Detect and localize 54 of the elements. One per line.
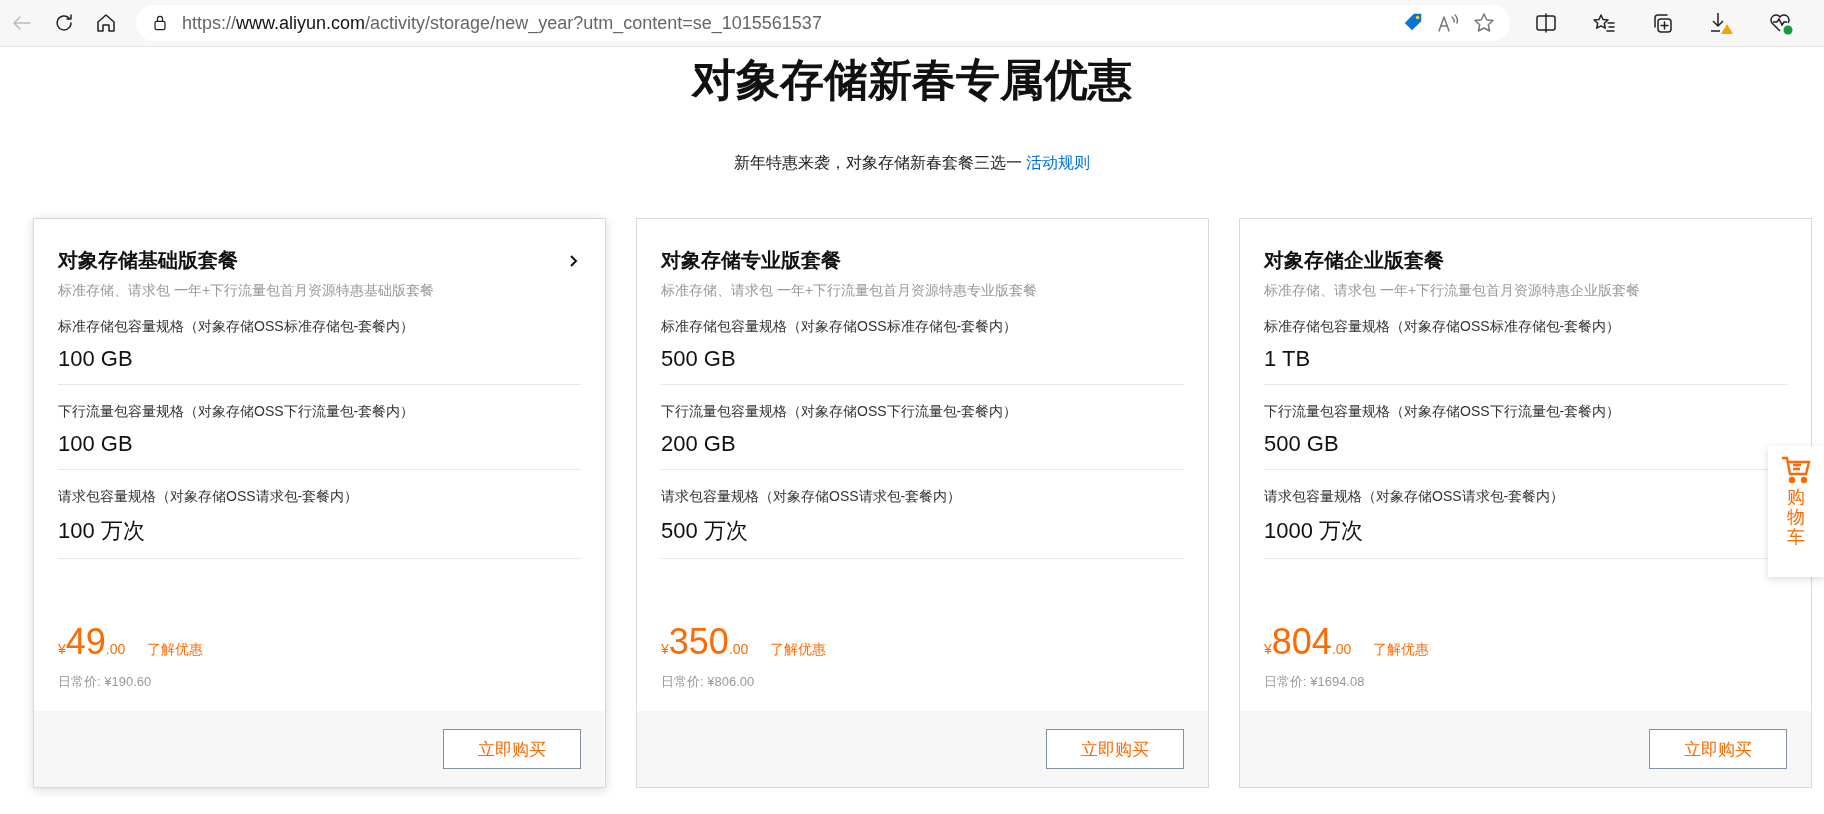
spec-value: 200 GB bbox=[661, 431, 737, 457]
cart-tab[interactable]: 购物车 bbox=[1768, 446, 1824, 577]
spec-value: 100 万次 bbox=[58, 517, 146, 545]
currency-sign: ¥ bbox=[1264, 641, 1272, 657]
home-icon[interactable] bbox=[94, 11, 118, 35]
plan-title: 对象存储企业版套餐 bbox=[1264, 248, 1444, 273]
spec-value: 500 GB bbox=[661, 346, 737, 372]
buy-now-button[interactable]: 立即购买 bbox=[1649, 729, 1787, 769]
download-warning-icon[interactable] bbox=[1708, 10, 1734, 36]
spec-label: 请求包容量规格（对象存储OSS请求包-套餐内） bbox=[58, 488, 360, 506]
regular-price: 日常价: ¥1694.08 bbox=[1264, 673, 1366, 691]
buy-now-button[interactable]: 立即购买 bbox=[443, 729, 581, 769]
currency-sign: ¥ bbox=[661, 641, 669, 657]
plan-description: 标准存储、请求包 一年+下行流量包首月资源特惠企业版套餐 bbox=[1264, 282, 1642, 300]
spec-value: 1000 万次 bbox=[1264, 517, 1365, 545]
price-amount: 804 bbox=[1271, 621, 1332, 663]
price-amount: 49 bbox=[65, 621, 106, 663]
price-cents: .00 bbox=[105, 641, 126, 657]
plan-description: 标准存储、请求包 一年+下行流量包首月资源特惠专业版套餐 bbox=[661, 282, 1039, 300]
price-cents: .00 bbox=[1331, 641, 1352, 657]
discount-link[interactable]: 了解优惠 bbox=[770, 641, 827, 659]
regular-price: 日常价: ¥190.60 bbox=[58, 673, 153, 691]
spec-label: 标准存储包容量规格（对象存储OSS标准存储包-套餐内） bbox=[58, 318, 416, 336]
cart-icon bbox=[1781, 456, 1811, 484]
rules-link[interactable]: 活动规则 bbox=[1026, 154, 1091, 171]
currency-sign: ¥ bbox=[58, 641, 66, 657]
plan-description: 标准存储、请求包 一年+下行流量包首月资源特惠基础版套餐 bbox=[58, 282, 436, 300]
spec-label: 请求包容量规格（对象存储OSS请求包-套餐内） bbox=[661, 488, 963, 506]
spec-value: 100 GB bbox=[58, 431, 134, 457]
spec-value: 1 TB bbox=[1264, 346, 1312, 372]
split-screen-icon[interactable] bbox=[1534, 11, 1558, 35]
discount-link[interactable]: 了解优惠 bbox=[1373, 641, 1430, 659]
regular-price: 日常价: ¥806.00 bbox=[661, 673, 756, 691]
page-subtitle: 新年特惠来袭，对象存储新春套餐三选一 活动规则 bbox=[732, 153, 1092, 173]
page-title: 对象存储新春专属优惠 bbox=[690, 54, 1133, 106]
address-bar[interactable]: https://www.aliyun.com/activity/storage/new_year?utm_content=se_1015561537 bbox=[136, 5, 1510, 41]
read-aloud-icon[interactable] bbox=[1436, 11, 1460, 35]
spec-label: 标准存储包容量规格（对象存储OSS标准存储包-套餐内） bbox=[661, 318, 1019, 336]
spec-label: 下行流量包容量规格（对象存储OSS下行流量包-套餐内） bbox=[1264, 403, 1622, 421]
spec-value: 500 GB bbox=[1264, 431, 1340, 457]
spec-value: 500 万次 bbox=[661, 517, 749, 545]
spec-label: 下行流量包容量规格（对象存储OSS下行流量包-套餐内） bbox=[661, 403, 1019, 421]
spec-value: 100 GB bbox=[58, 346, 134, 372]
buy-now-button[interactable]: 立即购买 bbox=[1046, 729, 1184, 769]
price-amount: 350 bbox=[668, 621, 729, 663]
plan-title: 对象存储基础版套餐 bbox=[58, 248, 238, 273]
spec-label: 标准存储包容量规格（对象存储OSS标准存储包-套餐内） bbox=[1264, 318, 1622, 336]
discount-link[interactable]: 了解优惠 bbox=[147, 641, 204, 659]
price-cents: .00 bbox=[728, 641, 749, 657]
plan-title: 对象存储专业版套餐 bbox=[661, 248, 841, 273]
spec-label: 请求包容量规格（对象存储OSS请求包-套餐内） bbox=[1264, 488, 1566, 506]
favorites-icon[interactable] bbox=[1592, 11, 1616, 35]
spec-label: 下行流量包容量规格（对象存储OSS下行流量包-套餐内） bbox=[58, 403, 416, 421]
star-icon[interactable] bbox=[1472, 11, 1496, 35]
